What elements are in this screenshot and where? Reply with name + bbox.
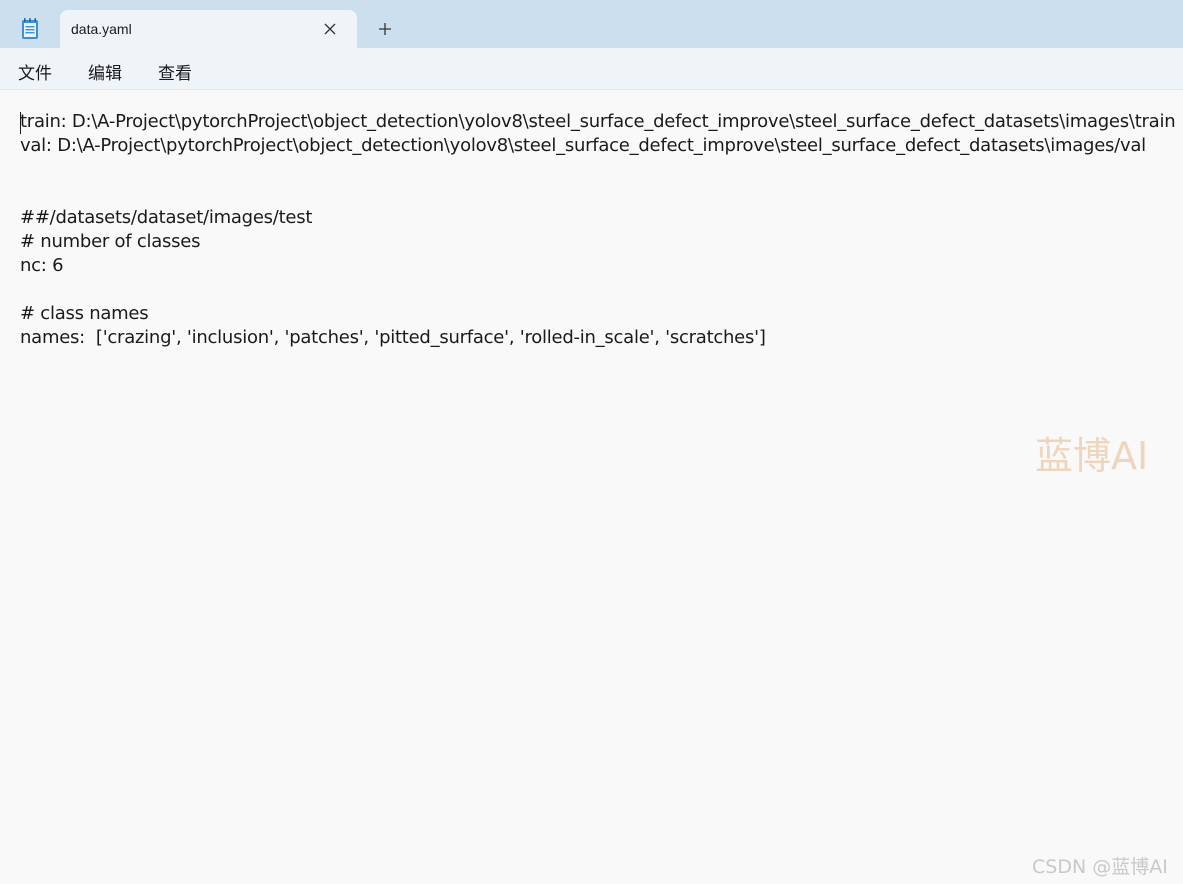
notepad-window: data.yaml 文件 编辑 查看 train: D:\A-Project\p… [0,0,1183,884]
text-caret [20,112,21,134]
plus-icon[interactable] [377,21,393,37]
editor-line: names: ['crazing', 'inclusion', 'patches… [20,327,766,348]
editor-line: train: D:\A-Project\pytorchProject\objec… [20,111,1176,132]
editor-line: ##/datasets/dataset/images/test [20,207,313,228]
editor-line: # number of classes [20,231,201,252]
notepad-icon [22,18,38,39]
watermark: 蓝博AI [1035,434,1149,478]
credit-watermark: CSDN @蓝博AI [1032,856,1168,878]
menu-bar: 文件 编辑 查看 [0,48,1183,90]
close-icon[interactable] [322,21,338,37]
menu-view[interactable]: 查看 [158,59,192,84]
editor-line: val: D:\A-Project\pytorchProject\object_… [20,135,1146,156]
tab-title: data.yaml [71,21,132,37]
tab-data-yaml[interactable]: data.yaml [60,10,357,48]
editor-line: # class names [20,303,149,324]
menu-file[interactable]: 文件 [18,59,52,84]
menu-edit[interactable]: 编辑 [88,59,122,84]
tab-strip: data.yaml [0,0,1183,48]
editor-line: nc: 6 [20,255,64,276]
text-editor[interactable]: train: D:\A-Project\pytorchProject\objec… [0,90,1183,884]
